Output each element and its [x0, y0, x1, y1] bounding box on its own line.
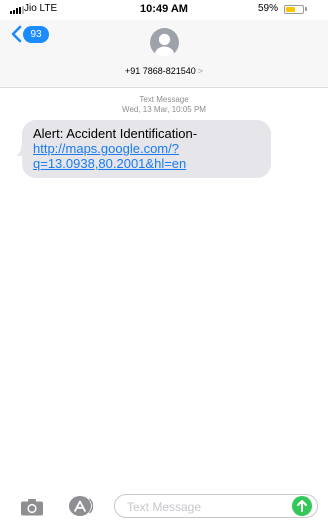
unread-count-badge: 93 — [23, 25, 49, 43]
message-input[interactable] — [127, 498, 287, 515]
message-input-bar — [0, 490, 328, 524]
incoming-message-bubble[interactable]: Alert: Accident Identification- http://m… — [22, 120, 271, 178]
message-timestamp: Text Message Wed, 13 Mar, 10:05 PM — [0, 95, 328, 115]
message-type-label: Text Message — [139, 95, 189, 104]
status-time: 10:49 AM — [140, 3, 188, 15]
message-datetime: Wed, 13 Mar, 10:05 PM — [122, 105, 206, 114]
chevron-left-icon — [11, 25, 22, 43]
battery-percent: 59% — [258, 3, 279, 14]
battery-tip — [305, 7, 307, 11]
status-bar: Jio LTE 10:49 AM 59% — [0, 0, 328, 20]
battery-fill — [286, 7, 296, 12]
contact-number-text: +91 7868-821540 — [124, 66, 196, 76]
battery-icon — [284, 5, 304, 14]
camera-icon[interactable] — [20, 498, 44, 516]
message-link-line1: http://maps.google.com/? — [33, 141, 179, 156]
app-store-icon[interactable] — [66, 495, 93, 517]
send-button[interactable] — [292, 496, 312, 516]
conversation-header: 93 +91 7868-821540 > — [0, 20, 328, 88]
message-field — [114, 494, 318, 518]
send-arrow-icon — [297, 500, 307, 512]
message-text: Alert: Accident Identification- — [33, 126, 198, 141]
contact-number[interactable]: +91 7868-821540 > — [0, 66, 328, 76]
contact-avatar[interactable] — [150, 28, 179, 57]
message-link-line2: q=13.0938,80.2001&hl=en — [33, 156, 187, 171]
person-silhouette-icon — [155, 33, 174, 57]
back-button[interactable]: 93 — [10, 25, 49, 43]
chevron-right-icon: > — [197, 66, 204, 76]
message-link[interactable]: http://maps.google.com/? q=13.0938,80.20… — [33, 141, 261, 171]
